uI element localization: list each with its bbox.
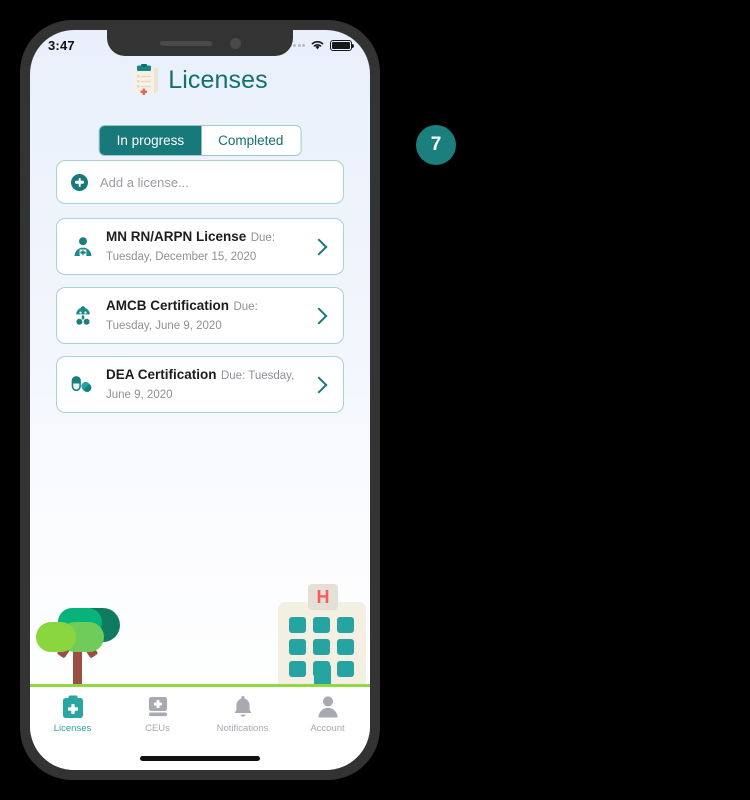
home-indicator bbox=[140, 756, 260, 761]
book-plus-icon bbox=[148, 697, 167, 717]
phone-frame: 3:47 Licenses In progress Completed Add … bbox=[20, 20, 380, 780]
pills-icon bbox=[71, 373, 94, 396]
hospital-icon: H bbox=[278, 584, 366, 684]
nav-item-notifications[interactable]: Notifications bbox=[200, 695, 285, 734]
license-title: MN RN/ARPN License bbox=[106, 229, 247, 245]
clipboard-icon bbox=[134, 64, 159, 95]
nav-item-ceus[interactable]: CEUs bbox=[115, 695, 200, 734]
license-row-mn-rn-arpn[interactable]: MN RN/ARPN License Due: Tuesday, Decembe… bbox=[56, 218, 344, 275]
earpiece-speaker bbox=[159, 40, 212, 46]
add-license-placeholder: Add a license... bbox=[100, 174, 189, 190]
status-icons bbox=[288, 39, 355, 51]
license-row-dea[interactable]: DEA Certification Due: Tuesday, June 9, … bbox=[56, 356, 344, 413]
tab-in-progress[interactable]: In progress bbox=[99, 126, 202, 155]
battery-icon bbox=[330, 39, 355, 51]
license-row-text: MN RN/ARPN License Due: Tuesday, Decembe… bbox=[106, 228, 301, 264]
nav-label-notifications: Notifications bbox=[216, 723, 269, 734]
license-title: DEA Certification bbox=[106, 367, 217, 383]
clipboard-plus-icon bbox=[62, 695, 83, 718]
nav-item-account[interactable]: Account bbox=[285, 695, 370, 734]
baby-icon bbox=[71, 304, 94, 327]
phone-screen: 3:47 Licenses In progress Completed Add … bbox=[30, 30, 370, 770]
phone-notch bbox=[107, 30, 293, 56]
license-row-text: DEA Certification Due: Tuesday, June 9, … bbox=[106, 366, 301, 402]
hospital-door bbox=[314, 664, 331, 684]
tree-icon bbox=[36, 604, 126, 684]
license-row-amcb[interactable]: AMCB Certification Due: Tuesday, June 9,… bbox=[56, 287, 344, 344]
nav-label-account: Account bbox=[310, 723, 345, 734]
add-license-input[interactable]: Add a license... bbox=[56, 160, 344, 204]
front-camera bbox=[229, 37, 241, 49]
illustration: H bbox=[30, 555, 370, 695]
nav-item-licenses[interactable]: Licenses bbox=[30, 695, 115, 734]
tab-completed[interactable]: Completed bbox=[201, 126, 301, 155]
app-header: Licenses bbox=[30, 64, 370, 96]
bell-icon bbox=[234, 696, 251, 717]
chevron-right-icon[interactable] bbox=[310, 307, 328, 324]
page-title: Licenses bbox=[168, 65, 268, 94]
step-badge: 7 bbox=[416, 125, 456, 165]
bottom-nav: Licenses CEUs Notifications Account bbox=[30, 687, 370, 770]
person-icon bbox=[317, 696, 338, 718]
nav-label-licenses: Licenses bbox=[53, 723, 92, 734]
nurse-icon bbox=[71, 235, 94, 258]
nav-label-ceus: CEUs bbox=[145, 723, 170, 734]
plus-circle-icon[interactable] bbox=[71, 173, 88, 191]
license-title: AMCB Certification bbox=[106, 298, 230, 314]
status-filter-tabs: In progress Completed bbox=[98, 125, 302, 156]
hospital-sign-letter: H bbox=[316, 587, 330, 607]
chevron-right-icon[interactable] bbox=[310, 238, 328, 255]
wifi-icon bbox=[311, 41, 324, 50]
hospital-sign: H bbox=[308, 584, 338, 610]
status-time: 3:47 bbox=[48, 37, 75, 53]
chevron-right-icon[interactable] bbox=[310, 376, 328, 393]
license-list: Add a license... MN RN/ARPN License Due:… bbox=[56, 160, 344, 425]
license-row-text: AMCB Certification Due: Tuesday, June 9,… bbox=[106, 297, 301, 333]
